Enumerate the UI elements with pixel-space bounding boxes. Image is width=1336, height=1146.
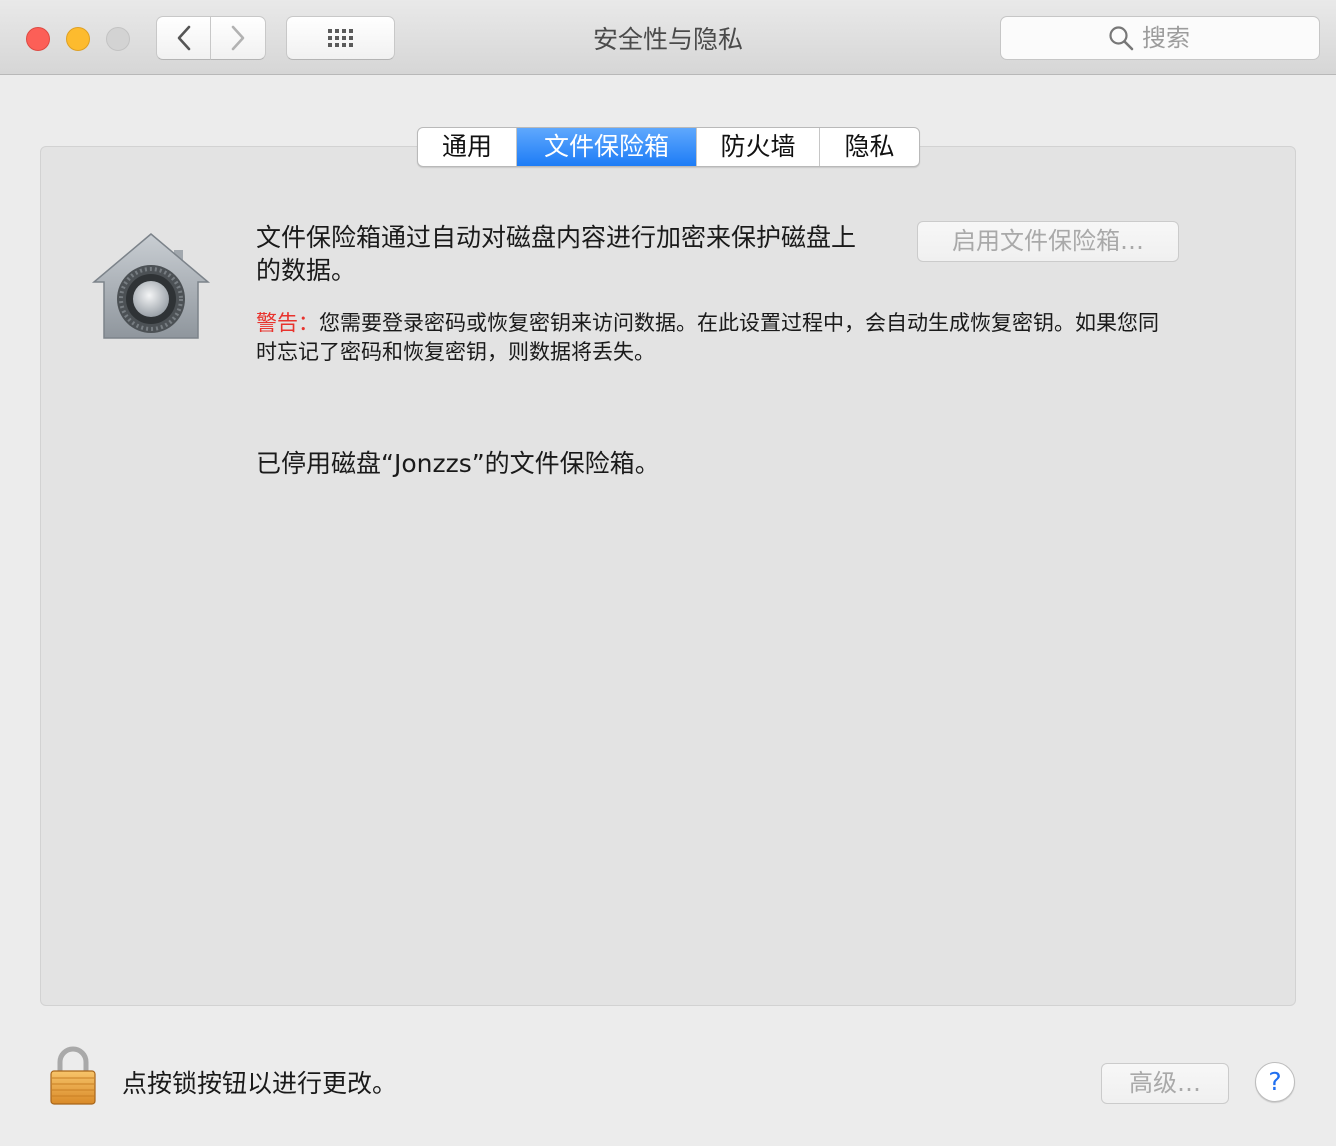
advanced-button[interactable]: 高级… [1101,1063,1229,1104]
tab-privacy[interactable]: 隐私 [820,128,919,166]
filevault-icon [91,233,211,339]
search-icon [1109,26,1134,51]
filevault-status: 已停用磁盘“Jonzzs”的文件保险箱。 [256,449,660,478]
close-window-button[interactable] [26,27,50,51]
grid-icon [328,29,353,47]
help-button[interactable]: ? [1255,1062,1295,1102]
filevault-warning: 警告：您需要登录密码或恢复密钥来访问数据。在此设置过程中，会自动生成恢复密钥。如… [256,309,1166,367]
tab-bar: 通用 文件保险箱 防火墙 隐私 [417,127,920,167]
lock-message: 点按锁按钮以进行更改。 [122,1069,398,1098]
filevault-description: 文件保险箱通过自动对磁盘内容进行加密来保护磁盘上的数据。 [256,223,857,285]
chevron-left-icon [177,25,190,51]
search-field[interactable] [1000,16,1320,60]
enable-filevault-button[interactable]: 启用文件保险箱… [917,221,1179,262]
lock-icon[interactable] [48,1046,98,1106]
title-bar [0,0,1336,75]
warning-label: 警告： [256,311,319,335]
tab-general[interactable]: 通用 [418,128,517,166]
tab-filevault[interactable]: 文件保险箱 [517,128,697,166]
warning-text: 您需要登录密码或恢复密钥来访问数据。在此设置过程中，会自动生成恢复密钥。如果您同… [256,311,1159,364]
zoom-window-button[interactable] [106,27,130,51]
back-button[interactable] [156,16,211,60]
chevron-right-icon [231,25,245,51]
show-all-button[interactable] [286,16,395,60]
search-input[interactable] [1142,24,1212,52]
forward-button[interactable] [210,16,266,60]
minimize-window-button[interactable] [66,27,90,51]
tab-firewall[interactable]: 防火墙 [697,128,820,166]
